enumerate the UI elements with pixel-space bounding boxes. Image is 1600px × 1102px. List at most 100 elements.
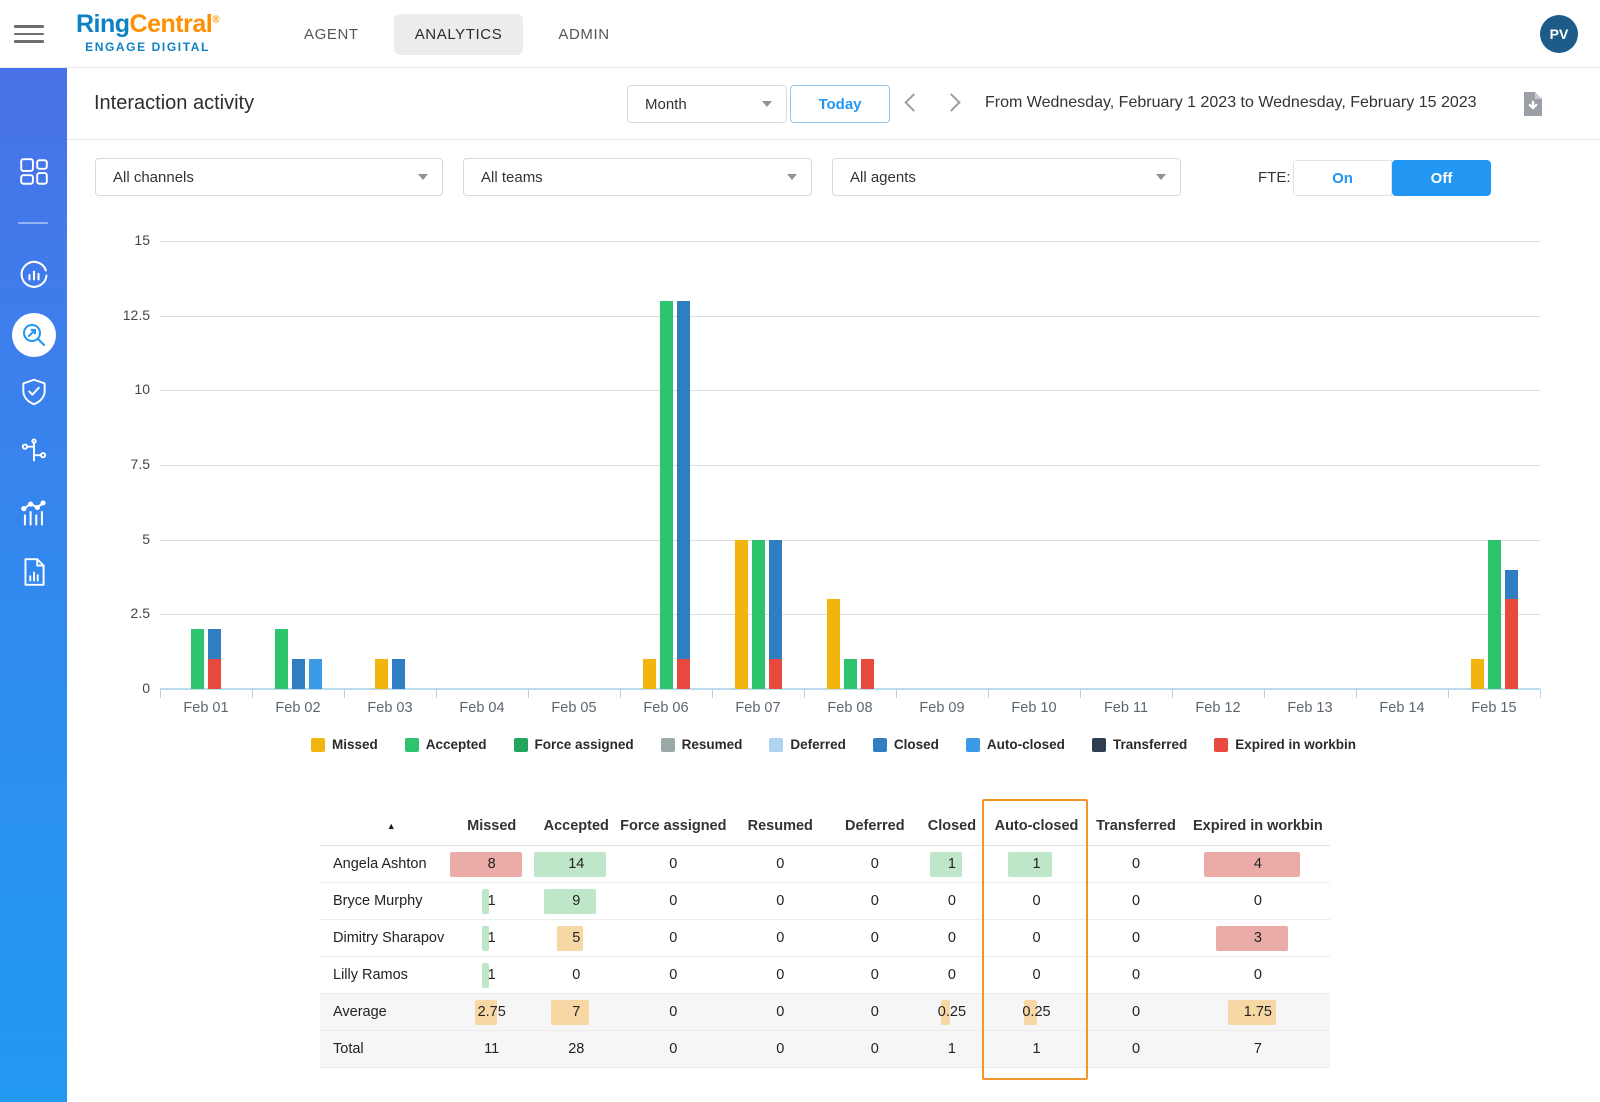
cell-value: 1 xyxy=(1032,1041,1040,1057)
cell-missed: 8 xyxy=(449,846,534,882)
legend-item-resumed[interactable]: Resumed xyxy=(661,737,743,752)
next-period-icon[interactable] xyxy=(942,93,960,111)
chart-circle-icon[interactable] xyxy=(0,258,67,292)
cell-expired-in-workbin: 4 xyxy=(1186,846,1330,882)
table-header-row: ▲ MissedAcceptedForce assignedResumedDefe… xyxy=(320,806,1330,846)
x-axis-tick xyxy=(252,689,253,698)
cell-value: 0 xyxy=(776,930,784,946)
agents-filter[interactable]: All agents xyxy=(832,158,1181,196)
cell-resumed: 0 xyxy=(728,846,832,882)
left-sidebar xyxy=(0,68,67,1102)
bar-expired-in-workbin-feb-08 xyxy=(861,659,874,689)
table-header-missed[interactable]: Missed xyxy=(449,806,534,845)
bar-closed-feb-02 xyxy=(292,659,305,689)
legend-item-accepted[interactable]: Accepted xyxy=(405,737,487,752)
x-axis-tick xyxy=(1448,689,1449,698)
chevron-down-icon xyxy=(787,174,797,180)
legend-item-missed[interactable]: Missed xyxy=(311,737,378,752)
today-button[interactable]: Today xyxy=(790,85,890,123)
previous-period-icon[interactable] xyxy=(904,93,922,111)
dashboard-icon[interactable] xyxy=(0,156,67,188)
page-title: Interaction activity xyxy=(94,92,254,115)
bar-expired-in-workbin-feb-06 xyxy=(677,659,690,689)
gridline-y10 xyxy=(160,390,1540,391)
nav-analytics[interactable]: ANALYTICS xyxy=(394,14,524,55)
nav-admin[interactable]: ADMIN xyxy=(537,14,630,55)
y-axis-label: 15 xyxy=(104,232,150,248)
cell-expired-in-workbin: 0 xyxy=(1186,957,1330,993)
x-axis-label: Feb 04 xyxy=(436,700,528,716)
bar-line-chart-icon[interactable] xyxy=(0,495,67,529)
value-highlight-green xyxy=(544,889,596,914)
x-axis-tick xyxy=(1080,689,1081,698)
cell-accepted: 14 xyxy=(534,846,619,882)
cell-force-assigned: 0 xyxy=(619,957,728,993)
legend-label: Resumed xyxy=(682,737,743,752)
sidebar-divider xyxy=(18,222,48,224)
channels-filter[interactable]: All channels xyxy=(95,158,443,196)
legend-item-auto-closed[interactable]: Auto-closed xyxy=(966,737,1065,752)
table-header-auto-closed[interactable]: Auto-closed xyxy=(987,806,1087,845)
table-header-closed[interactable]: Closed xyxy=(917,806,987,845)
report-document-icon[interactable] xyxy=(0,556,67,588)
x-axis-label: Feb 12 xyxy=(1172,700,1264,716)
table-header-name[interactable]: ▲ xyxy=(320,806,449,845)
legend-swatch xyxy=(1092,738,1106,752)
table-header-accepted[interactable]: Accepted xyxy=(534,806,619,845)
period-select[interactable]: Month xyxy=(627,85,787,123)
fte-off-button[interactable]: Off xyxy=(1392,160,1491,196)
legend-item-closed[interactable]: Closed xyxy=(873,737,939,752)
user-avatar[interactable]: PV xyxy=(1540,15,1578,53)
bar-accepted-feb-01 xyxy=(191,629,204,689)
cell-missed: 11 xyxy=(449,1031,534,1067)
x-axis-tick xyxy=(1172,689,1173,698)
x-axis-label: Feb 07 xyxy=(712,700,804,716)
cell-value: 0 xyxy=(1032,967,1040,983)
gridline-y12.5 xyxy=(160,316,1540,317)
flow-icon[interactable] xyxy=(0,436,67,468)
cell-value: 0 xyxy=(948,967,956,983)
legend-item-expired-in-workbin[interactable]: Expired in workbin xyxy=(1214,737,1356,752)
x-axis-tick xyxy=(620,689,621,698)
export-button[interactable] xyxy=(1522,92,1543,122)
legend-item-force-assigned[interactable]: Force assigned xyxy=(514,737,634,752)
cell-value: 7 xyxy=(1254,1041,1262,1057)
cell-force-assigned: 0 xyxy=(619,1031,728,1067)
y-axis-label: 10 xyxy=(104,381,150,397)
legend-label: Force assigned xyxy=(535,737,634,752)
table-header-resumed[interactable]: Resumed xyxy=(728,806,832,845)
x-axis-label: Feb 11 xyxy=(1080,700,1172,716)
shield-check-icon[interactable] xyxy=(0,376,67,408)
table-header-force-assigned[interactable]: Force assigned xyxy=(619,806,728,845)
hamburger-menu-icon[interactable] xyxy=(14,20,46,46)
cell-closed: 0 xyxy=(917,957,987,993)
sort-ascending-icon[interactable]: ▲ xyxy=(387,821,396,831)
cell-value: 0 xyxy=(871,1041,879,1057)
row-name: Total xyxy=(320,1031,449,1067)
teams-filter[interactable]: All teams xyxy=(463,158,812,196)
cell-resumed: 0 xyxy=(728,994,832,1030)
fte-on-button[interactable]: On xyxy=(1293,160,1392,196)
cell-auto-closed: 1 xyxy=(987,1031,1087,1067)
bar-accepted-feb-02 xyxy=(275,629,288,689)
table-header-transferred[interactable]: Transferred xyxy=(1086,806,1186,845)
legend-swatch xyxy=(769,738,783,752)
legend-swatch xyxy=(405,738,419,752)
search-trend-item[interactable] xyxy=(0,313,67,357)
cell-value: 0 xyxy=(871,967,879,983)
cell-deferred: 0 xyxy=(833,883,918,919)
legend-item-deferred[interactable]: Deferred xyxy=(769,737,846,752)
cell-force-assigned: 0 xyxy=(619,994,728,1030)
bar-expired-in-workbin-feb-07 xyxy=(769,659,782,689)
bar-accepted-feb-08 xyxy=(844,659,857,689)
cell-closed: 0 xyxy=(917,883,987,919)
gridline-y15 xyxy=(160,241,1540,242)
table-header-expired-in-workbin[interactable]: Expired in workbin xyxy=(1186,806,1330,845)
x-axis-tick xyxy=(1264,689,1265,698)
nav-agent[interactable]: AGENT xyxy=(283,14,380,55)
cell-value: 0 xyxy=(669,856,677,872)
table-header-deferred[interactable]: Deferred xyxy=(833,806,918,845)
main-nav: AGENT ANALYTICS ADMIN xyxy=(283,0,631,68)
table-row-angela-ashton: Angela Ashton8140001104 xyxy=(320,846,1330,883)
legend-item-transferred[interactable]: Transferred xyxy=(1092,737,1187,752)
